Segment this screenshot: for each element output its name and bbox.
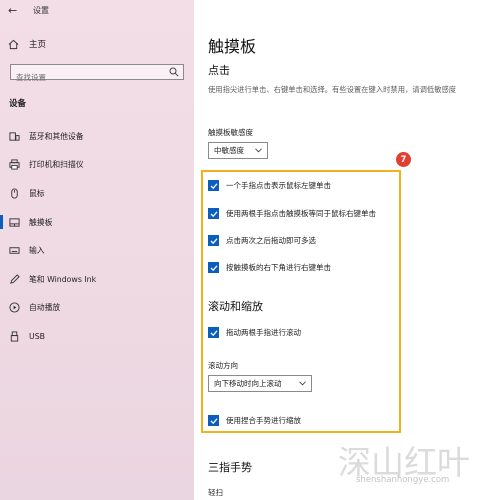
sidebar-item-usb[interactable]: USB bbox=[0, 322, 194, 351]
tap-checkbox-row[interactable]: 使用两根手指点击触摸板等同于鼠标右键单击 bbox=[208, 208, 376, 219]
checkmark-icon bbox=[210, 329, 217, 336]
page-title: 触摸板 bbox=[208, 37, 257, 56]
sidebar-item-label: USB bbox=[29, 331, 46, 341]
watermark-url: shenshanhongye.com bbox=[356, 475, 450, 485]
tap-checkbox-row[interactable]: 按触摸板的右下角进行右键单击 bbox=[208, 262, 331, 273]
tap-checkbox-row[interactable]: 一个手指点击表示鼠标左键单击 bbox=[208, 180, 331, 191]
home-link[interactable]: 主页 bbox=[8, 38, 46, 50]
printer-icon bbox=[8, 159, 20, 171]
sidebar-item-label: 笔和 Windows Ink bbox=[29, 274, 97, 284]
checkbox-label: 使用两根手指点击触摸板等同于鼠标右键单击 bbox=[226, 209, 376, 218]
checkmark-icon bbox=[210, 210, 217, 217]
sensitivity-label: 触摸板敏感度 bbox=[208, 128, 253, 137]
checkmark-icon bbox=[210, 182, 217, 189]
sensitivity-dropdown[interactable]: 中敏感度 bbox=[208, 142, 268, 159]
sidebar-item-printers[interactable]: 打印机和扫描仪 bbox=[0, 151, 194, 180]
sidebar-item-mouse[interactable]: 鼠标 bbox=[0, 179, 194, 208]
sidebar-item-pen[interactable]: 笔和 Windows Ink bbox=[0, 265, 194, 294]
checkbox-checked[interactable] bbox=[208, 327, 219, 338]
checkbox-checked[interactable] bbox=[208, 208, 219, 219]
sensitivity-value: 中敏感度 bbox=[214, 146, 244, 155]
sidebar-item-label: 自动播放 bbox=[29, 303, 61, 313]
scroll-direction-label: 滚动方向 bbox=[208, 361, 238, 370]
sidebar: ← 设置 主页 设备 蓝牙和其他设备 打印机和扫描仪 bbox=[0, 0, 194, 500]
checkbox-label: 按触摸板的右下角进行右键单击 bbox=[226, 263, 331, 272]
checkbox-label: 使用捏合手势进行缩放 bbox=[226, 416, 301, 425]
sidebar-item-label: 打印机和扫描仪 bbox=[29, 160, 84, 170]
checkbox-label: 一个手指点击表示鼠标左键单击 bbox=[226, 181, 331, 190]
sidebar-item-label: 蓝牙和其他设备 bbox=[29, 131, 84, 141]
tap-description: 使用指尖进行单击、右键单击和选择。有些设置在键入时禁用，请调低敏感度 bbox=[208, 85, 457, 94]
back-arrow-icon[interactable]: ← bbox=[8, 4, 17, 17]
step-badge: 7 bbox=[396, 152, 411, 167]
pen-icon bbox=[8, 273, 20, 285]
usb-icon bbox=[8, 330, 20, 342]
keyboard-icon bbox=[8, 245, 20, 257]
search-icon[interactable] bbox=[169, 67, 179, 77]
search-box[interactable] bbox=[10, 64, 184, 85]
home-icon bbox=[8, 39, 19, 49]
checkbox-checked[interactable] bbox=[208, 415, 219, 426]
chevron-down-icon bbox=[255, 148, 262, 153]
scroll-checkbox-row[interactable]: 拖动两根手指进行滚动 bbox=[208, 327, 301, 338]
sidebar-item-typing[interactable]: 输入 bbox=[0, 236, 194, 265]
sidebar-nav: 蓝牙和其他设备 打印机和扫描仪 鼠标 触摸板 输入 笔和 Windows Ink… bbox=[0, 122, 194, 351]
swipe-label: 轻扫 bbox=[208, 488, 223, 497]
checkbox-label: 点击两次之后拖动即可多选 bbox=[226, 236, 316, 245]
section-label-devices: 设备 bbox=[9, 99, 27, 109]
three-finger-heading: 三指手势 bbox=[208, 461, 252, 474]
sidebar-item-autoplay[interactable]: 自动播放 bbox=[0, 294, 194, 323]
scroll-direction-dropdown[interactable]: 向下移动时向上滚动 bbox=[208, 375, 312, 392]
checkmark-icon bbox=[210, 264, 217, 271]
zoom-checkbox-row[interactable]: 使用捏合手势进行缩放 bbox=[208, 415, 301, 426]
checkmark-icon bbox=[210, 237, 217, 244]
tap-checkbox-row[interactable]: 点击两次之后拖动即可多选 bbox=[208, 235, 316, 246]
checkbox-label: 拖动两根手指进行滚动 bbox=[226, 328, 301, 337]
window-title: 设置 bbox=[33, 6, 49, 15]
checkmark-icon bbox=[210, 417, 217, 424]
chevron-down-icon bbox=[299, 381, 306, 386]
sidebar-item-touchpad[interactable]: 触摸板 bbox=[0, 208, 194, 237]
search-input[interactable] bbox=[11, 70, 166, 85]
checkbox-checked[interactable] bbox=[208, 262, 219, 273]
main-content: 触摸板 点击 使用指尖进行单击、右键单击和选择。有些设置在键入时禁用，请调低敏感… bbox=[194, 0, 484, 500]
sidebar-item-label: 触摸板 bbox=[29, 217, 53, 227]
sidebar-item-bluetooth[interactable]: 蓝牙和其他设备 bbox=[0, 122, 194, 151]
touchpad-icon bbox=[8, 216, 20, 228]
scroll-direction-value: 向下移动时向上滚动 bbox=[214, 379, 282, 388]
sidebar-item-label: 输入 bbox=[29, 246, 45, 256]
home-label: 主页 bbox=[29, 40, 47, 50]
bluetooth-icon bbox=[8, 130, 20, 142]
mouse-icon bbox=[8, 187, 20, 199]
checkbox-checked[interactable] bbox=[208, 235, 219, 246]
scroll-zoom-heading: 滚动和缩放 bbox=[208, 300, 263, 313]
tap-heading: 点击 bbox=[208, 64, 230, 77]
checkbox-checked[interactable] bbox=[208, 180, 219, 191]
sidebar-item-label: 鼠标 bbox=[29, 188, 45, 198]
autoplay-icon bbox=[8, 302, 20, 314]
